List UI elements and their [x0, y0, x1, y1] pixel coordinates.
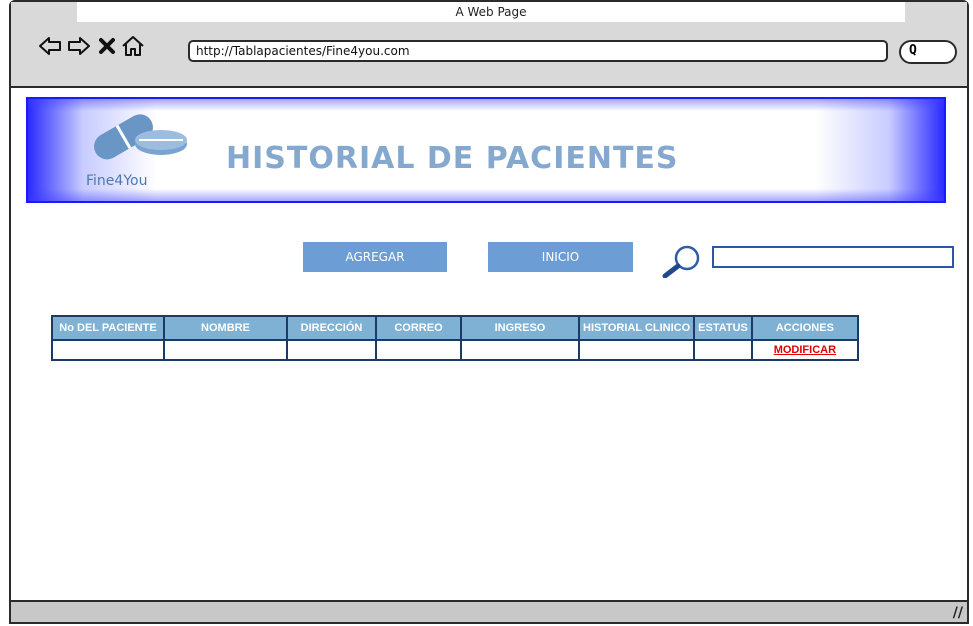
column-header[interactable]: NOMBRE [163, 315, 288, 341]
status-bar: // [11, 600, 967, 622]
window-title: A Web Page [455, 5, 527, 19]
search-glyph: Q [909, 43, 917, 58]
column-header[interactable]: HISTORIAL CLINICO [577, 315, 696, 341]
patients-table: No DEL PACIENTE NOMBRE DIRECCIÓN CORREO … [51, 315, 859, 361]
browser-toolbar: A Web Page http://Tablapacientes/Fine4yo… [11, 2, 967, 88]
home-button[interactable]: INICIO [488, 242, 633, 272]
resize-grip-icon[interactable]: // [953, 605, 963, 621]
table-header-row: No DEL PACIENTE NOMBRE DIRECCIÓN CORREO … [51, 315, 859, 341]
column-header[interactable]: INGRESO [460, 315, 580, 341]
column-header[interactable]: CORREO [375, 315, 462, 341]
header-banner: Fine4You HISTORIAL DE PACIENTES [26, 97, 946, 203]
table-cell [693, 339, 753, 361]
forward-arrow-icon[interactable] [67, 34, 91, 58]
browser-window: A Web Page http://Tablapacientes/Fine4yo… [9, 0, 969, 624]
table-cell [163, 339, 288, 361]
logo-text: Fine4You [86, 173, 148, 189]
address-bar[interactable]: http://Tablapacientes/Fine4you.com [188, 40, 888, 62]
table-cell [51, 339, 165, 361]
table-cell [460, 339, 580, 361]
stop-icon[interactable] [95, 34, 119, 58]
table-row: MODIFICAR [51, 339, 859, 361]
column-header[interactable]: No DEL PACIENTE [51, 315, 165, 341]
home-icon[interactable] [121, 34, 145, 58]
table-cell [577, 339, 696, 361]
magnifier-icon[interactable] [661, 244, 703, 278]
page-title: HISTORIAL DE PACIENTES [226, 141, 679, 176]
back-arrow-icon[interactable] [38, 34, 62, 58]
pill-logo-icon [94, 114, 187, 160]
search-input[interactable] [712, 246, 954, 268]
column-header[interactable]: ACCIONES [750, 315, 859, 341]
actions-cell: MODIFICAR [750, 339, 859, 361]
add-button[interactable]: AGREGAR [303, 242, 447, 272]
table-cell [375, 339, 462, 361]
modify-link[interactable]: MODIFICAR [774, 344, 836, 356]
title-bar: A Web Page [77, 2, 905, 22]
table-cell [286, 339, 377, 361]
browser-search-button[interactable]: Q [899, 40, 957, 64]
column-header[interactable]: ESTATUS [693, 315, 753, 341]
column-header[interactable]: DIRECCIÓN [286, 315, 377, 341]
